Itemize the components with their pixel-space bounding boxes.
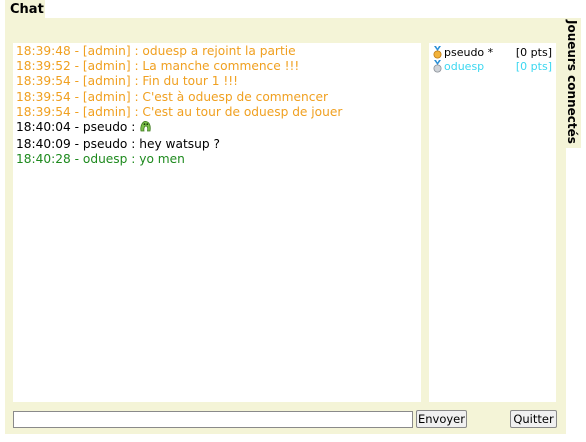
message-list[interactable]: 18:39:48 - [admin] : oduesp a rejoint la… bbox=[13, 43, 421, 402]
message-item: 18:39:48 - [admin] : oduesp a rejoint la… bbox=[16, 44, 421, 59]
message-text: 18:40:28 - oduesp : yo men bbox=[16, 152, 185, 167]
message-item: 18:39:54 - [admin] : C'est au tour de od… bbox=[16, 105, 421, 120]
quit-button[interactable]: Quitter bbox=[510, 410, 557, 428]
tab-connected-players-label: Joueurs connectés bbox=[565, 20, 579, 144]
message-item: 18:40:09 - pseudo : hey watsup ? bbox=[16, 137, 421, 152]
message-text: 18:39:54 - [admin] : C'est à oduesp de c… bbox=[16, 89, 328, 104]
tab-chat[interactable]: Chat bbox=[5, 0, 45, 18]
message-text: 18:39:54 - [admin] : C'est au tour de od… bbox=[16, 104, 343, 119]
player-name: pseudo * bbox=[444, 46, 494, 59]
tab-chat-label: Chat bbox=[10, 2, 44, 17]
player-points: [0 pts] bbox=[515, 46, 552, 59]
player-item: pseudo * [0 pts] bbox=[429, 46, 556, 60]
message-item: 18:40:04 - pseudo : bbox=[16, 120, 421, 137]
message-item: 18:39:52 - [admin] : La manche commence … bbox=[16, 59, 421, 74]
message-text: 18:40:09 - pseudo : hey watsup ? bbox=[16, 137, 220, 152]
player-list: pseudo * [0 pts] oduesp [0 pts] bbox=[429, 43, 556, 402]
message-text: 18:39:54 - [admin] : Fin du tour 1 !!! bbox=[16, 74, 239, 89]
message-item: 18:39:54 - [admin] : C'est à oduesp de c… bbox=[16, 90, 421, 105]
player-item: oduesp [0 pts] bbox=[429, 60, 556, 74]
message-item: 18:40:28 - oduesp : yo men bbox=[16, 152, 421, 167]
message-text: 18:40:04 - pseudo : bbox=[16, 120, 140, 135]
message-input[interactable] bbox=[13, 411, 413, 428]
smiley-icon bbox=[139, 120, 152, 137]
chat-window: Chat Joueurs connectés 18:39:48 - [admin… bbox=[0, 0, 586, 442]
message-item: 18:39:54 - [admin] : Fin du tour 1 !!! bbox=[16, 74, 421, 89]
send-button[interactable]: Envoyer bbox=[416, 410, 467, 428]
silver-medal-icon bbox=[432, 60, 443, 77]
message-text: 18:39:52 - [admin] : La manche commence … bbox=[16, 59, 300, 74]
player-name: oduesp bbox=[444, 60, 485, 73]
player-points: [0 pts] bbox=[515, 60, 552, 73]
message-text: 18:39:48 - [admin] : oduesp a rejoint la… bbox=[16, 44, 296, 58]
